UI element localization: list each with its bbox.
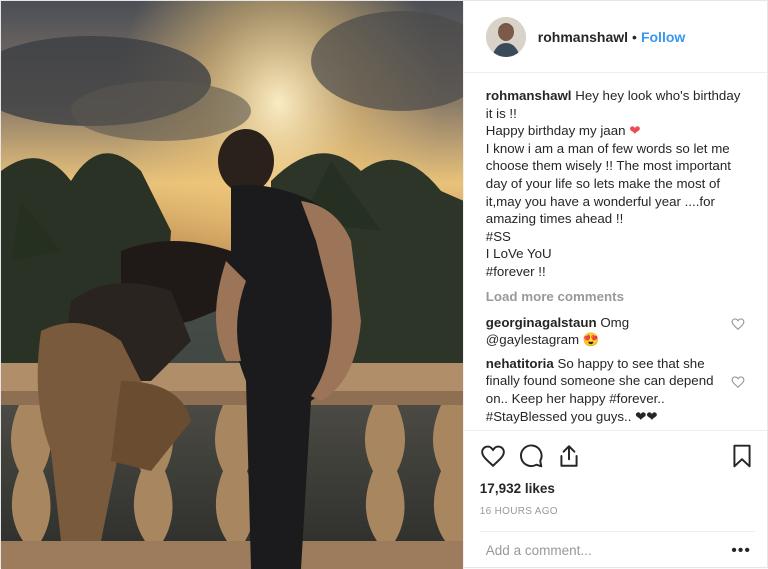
comment-body: on.. Keep her happy #forever.. xyxy=(485,390,665,406)
caption-username[interactable]: rohmanshawl xyxy=(486,88,572,103)
comment-text: nehatitoria So happy to see that she fin… xyxy=(486,355,731,425)
comment-item: georginagalstaun Omg @gaylestagram 😍 xyxy=(486,314,745,349)
caption-line: I LoVe YoU xyxy=(485,246,552,262)
comment-body: #StayBlessed you guys.. ❤❤ xyxy=(485,408,658,424)
comment-username[interactable]: georginagalstaun xyxy=(486,315,597,330)
caption-text: Happy birthday my jaan xyxy=(485,123,626,139)
comment-text: georginagalstaun Omg @gaylestagram 😍 xyxy=(486,314,731,349)
post-photo-image xyxy=(1,1,463,569)
caption-line: day of your life so lets make the most o… xyxy=(485,175,721,191)
caption-line: amazing times ahead !! xyxy=(485,211,624,227)
comment-button[interactable] xyxy=(518,443,544,469)
caption-line: rohmanshawl Hey hey look who's birthday xyxy=(486,87,745,105)
share-icon xyxy=(560,445,578,467)
caption-line: it is !! xyxy=(485,105,517,121)
add-comment-bar: Add a comment... ••• xyxy=(479,531,755,569)
bookmark-icon xyxy=(733,444,751,468)
save-button[interactable] xyxy=(729,443,755,469)
instagram-post: rohmanshawl • Follow rohmanshawl Hey hey… xyxy=(0,0,768,569)
post-photo[interactable] xyxy=(1,1,463,569)
post-sidebar: rohmanshawl • Follow rohmanshawl Hey hey… xyxy=(462,1,767,569)
comment-body: So happy to see that she xyxy=(557,355,705,371)
post-timestamp[interactable]: 16 HOURS AGO xyxy=(480,506,755,517)
comment-icon xyxy=(519,444,543,468)
header-username[interactable]: rohmanshawl xyxy=(538,29,628,45)
comment-body: @gaylestagram 😍 xyxy=(485,332,600,348)
heart-emoji-icon: ❤ xyxy=(629,123,641,139)
caption-text: Hey hey look who's birthday xyxy=(575,88,741,103)
separator-dot: • xyxy=(632,28,637,45)
post-header: rohmanshawl • Follow xyxy=(463,1,767,73)
heart-icon[interactable] xyxy=(731,317,745,331)
more-options-icon[interactable]: ••• xyxy=(731,542,755,560)
comments-section: rohmanshawl Hey hey look who's birthday … xyxy=(464,73,767,430)
caption-line: Happy birthday my jaan ❤ xyxy=(486,122,745,140)
caption-line: choose them wisely !! The most important xyxy=(485,158,731,174)
add-comment-input[interactable]: Add a comment... xyxy=(486,543,731,558)
caption-line: it,may you have a wonderful year ....for xyxy=(485,193,715,209)
avatar[interactable] xyxy=(485,16,526,57)
load-more-comments-button[interactable]: Load more comments xyxy=(486,289,745,304)
action-bar xyxy=(480,439,755,473)
post-actions: 17,932 likes 16 HOURS AGO Add a comment.… xyxy=(463,430,767,569)
caption-hashtag[interactable]: #forever !! xyxy=(486,263,745,281)
caption-line: I know i am a man of few words so let me xyxy=(485,140,730,156)
heart-icon[interactable] xyxy=(731,375,745,389)
like-button[interactable] xyxy=(480,443,506,469)
heart-icon xyxy=(480,445,505,468)
caption: rohmanshawl Hey hey look who's birthday … xyxy=(486,87,745,281)
likes-count[interactable]: 17,932 likes xyxy=(480,481,755,496)
comment-body: finally found someone she can depend xyxy=(485,373,714,389)
caption-hashtag[interactable]: #SS xyxy=(486,228,745,246)
share-button[interactable] xyxy=(556,443,582,469)
follow-button[interactable]: Follow xyxy=(641,29,685,45)
comment-username[interactable]: nehatitoria xyxy=(486,356,554,371)
comment-item: nehatitoria So happy to see that she fin… xyxy=(486,355,745,425)
comment-body: Omg xyxy=(600,314,630,330)
